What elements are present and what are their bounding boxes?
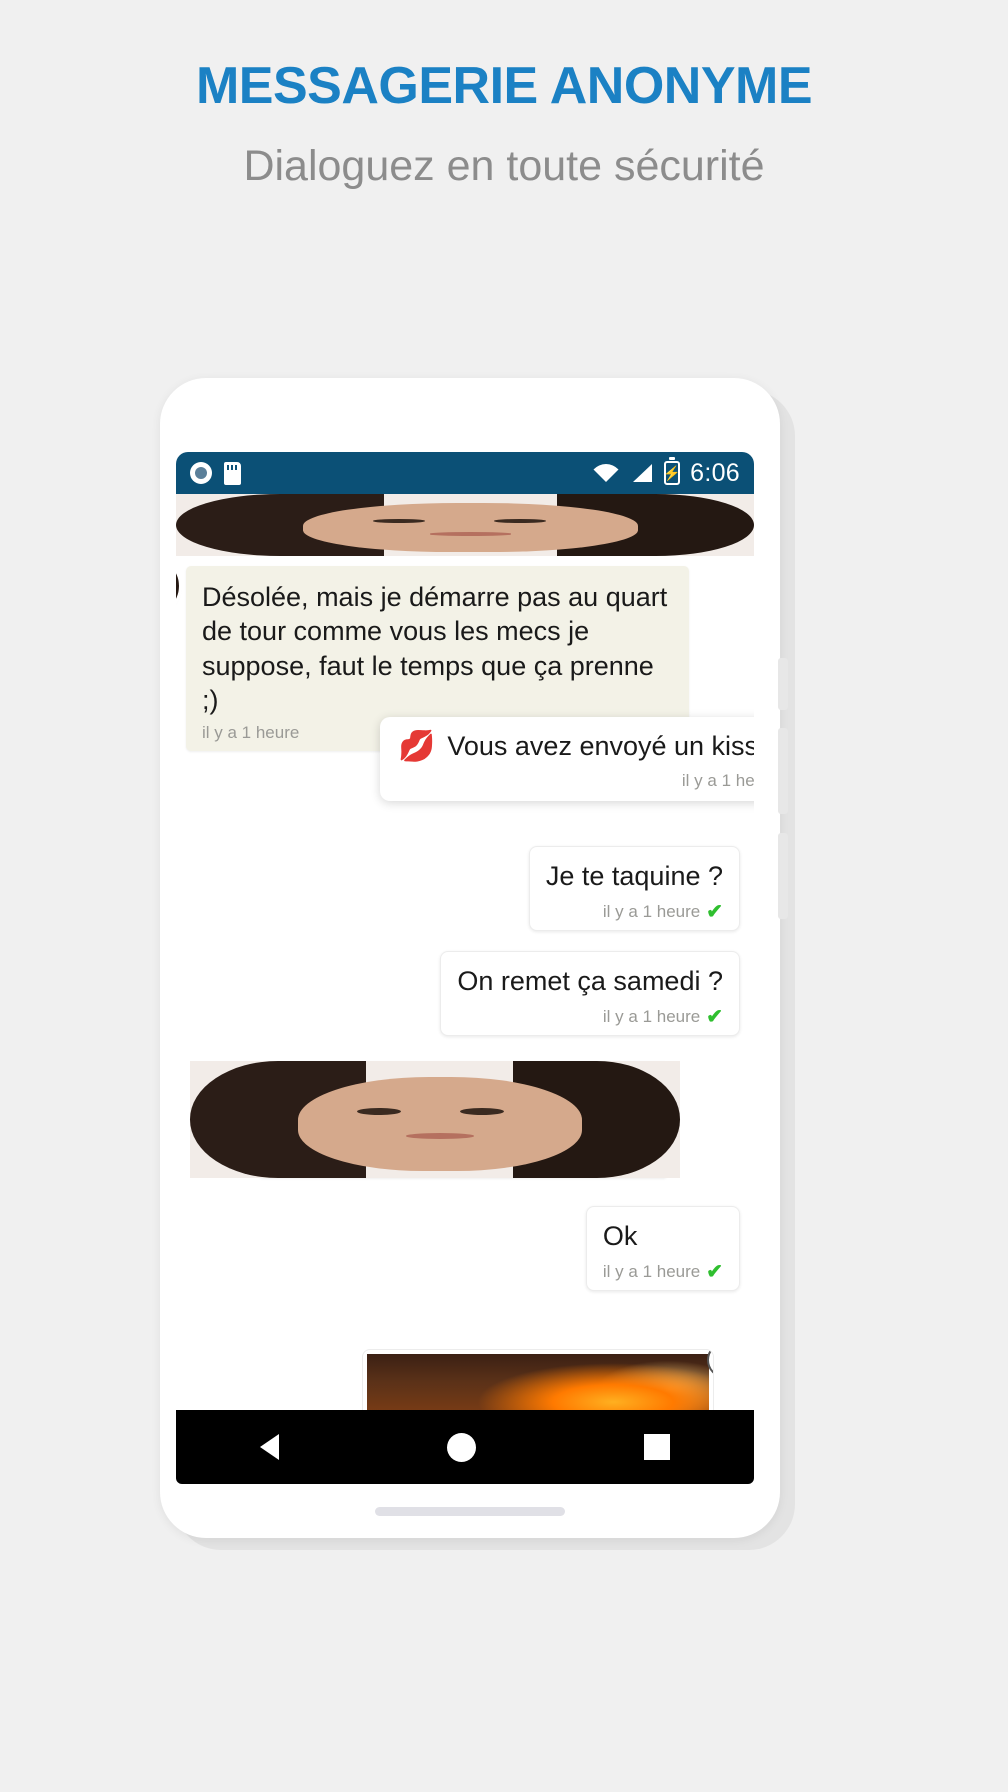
avatar[interactable] [190, 1061, 680, 1178]
avatar-face [176, 558, 179, 614]
message-bubble[interactable]: Je te taquine ? il y a 1 heure ✔ [528, 846, 740, 932]
message-row-outgoing: Ok il y a 1 heure ✔ [585, 1206, 740, 1292]
screen-record-icon [190, 462, 212, 484]
message-bubble[interactable]: On remet ça samedi ? il y a 1 heure ✔ [440, 951, 740, 1037]
phone-button-silent [778, 658, 788, 710]
battery-charging-icon: ⚡ [663, 457, 681, 485]
page-title: MESSAGERIE ANONYME [195, 57, 813, 115]
kiss-message-text: Vous avez envoyé un kiss [447, 731, 754, 761]
message-row-outgoing: On remet ça samedi ? il y a 1 heure ✔ [440, 951, 740, 1037]
status-bar-clock: 6:06 [690, 458, 740, 487]
kiss-message-meta: il y a 1 heure ✔ [398, 768, 754, 793]
status-bar-left-icons [190, 461, 241, 485]
nav-recents-square-icon[interactable] [644, 1434, 670, 1460]
contact-avatar-header[interactable] [176, 494, 754, 556]
message-timestamp: il y a 1 heure [602, 1261, 701, 1281]
wifi-icon [593, 464, 619, 482]
phone-mockup: ⚡ 6:06 9 ALEXIA F 38 à 2 km [160, 378, 788, 1538]
message-bubble[interactable]: Ok il y a 1 heure ✔ [585, 1206, 740, 1292]
message-timestamp: il y a 1 heure [602, 1006, 701, 1026]
android-navigation-bar [176, 1410, 754, 1484]
read-check-icon: ✔ [706, 901, 723, 924]
nav-back-triangle-icon[interactable] [260, 1434, 279, 1460]
home-indicator [375, 1507, 565, 1516]
chat-header: 9 ALEXIA F 38 à 2 km [176, 494, 754, 556]
promo-text-block: MESSAGERIE ANONYME Dialoguez en toute sé… [0, 57, 1008, 195]
image-attachment-preview[interactable]: ✕ [362, 1349, 714, 1415]
phone-button-volume-down [778, 833, 788, 919]
sd-card-icon [224, 461, 241, 485]
avatar-face [176, 494, 754, 556]
attachment-thumbnail [367, 1354, 709, 1414]
message-text: On remet ça samedi ? [457, 966, 723, 996]
avatar[interactable] [176, 558, 179, 614]
read-check-icon: ✔ [706, 1261, 723, 1284]
read-check-icon: ✔ [706, 1006, 723, 1029]
nav-home-circle-icon[interactable] [447, 1432, 476, 1462]
conversation-thread[interactable]: Désolée, mais je démarre pas au quart de… [176, 556, 754, 1483]
message-meta: il y a 1 heure ✔ [546, 899, 723, 924]
avatar-face [190, 1061, 680, 1178]
message-row-outgoing: Je te taquine ? il y a 1 heure ✔ [528, 846, 740, 932]
phone-button-volume-up [778, 728, 788, 814]
message-meta: il y a 1 heure ✔ [457, 1004, 723, 1029]
message-text: Désolée, mais je démarre pas au quart de… [202, 582, 668, 715]
status-bar: ⚡ 6:06 [176, 452, 754, 494]
message-text: Ok [602, 1221, 638, 1251]
message-timestamp: il y a 1 heure [681, 770, 754, 790]
message-row-incoming: Avec plaisir, mais cette fois ci c'est m… [190, 1061, 680, 1178]
cellular-signal-icon [633, 464, 653, 482]
kiss-lips-icon: 💋 [398, 729, 436, 763]
message-meta: il y a 1 heure ✔ [603, 1259, 723, 1284]
phone-screen: ⚡ 6:06 9 ALEXIA F 38 à 2 km [176, 452, 754, 1483]
message-timestamp: il y a 1 heure [602, 901, 701, 921]
message-text: Je te taquine ? [545, 861, 723, 891]
status-bar-right-icons: ⚡ 6:06 [592, 457, 740, 488]
kiss-notification-card[interactable]: 💋 Vous avez envoyé un kiss il y a 1 heur… [380, 717, 754, 801]
page-subtitle: Dialoguez en toute sécurité [243, 142, 765, 191]
